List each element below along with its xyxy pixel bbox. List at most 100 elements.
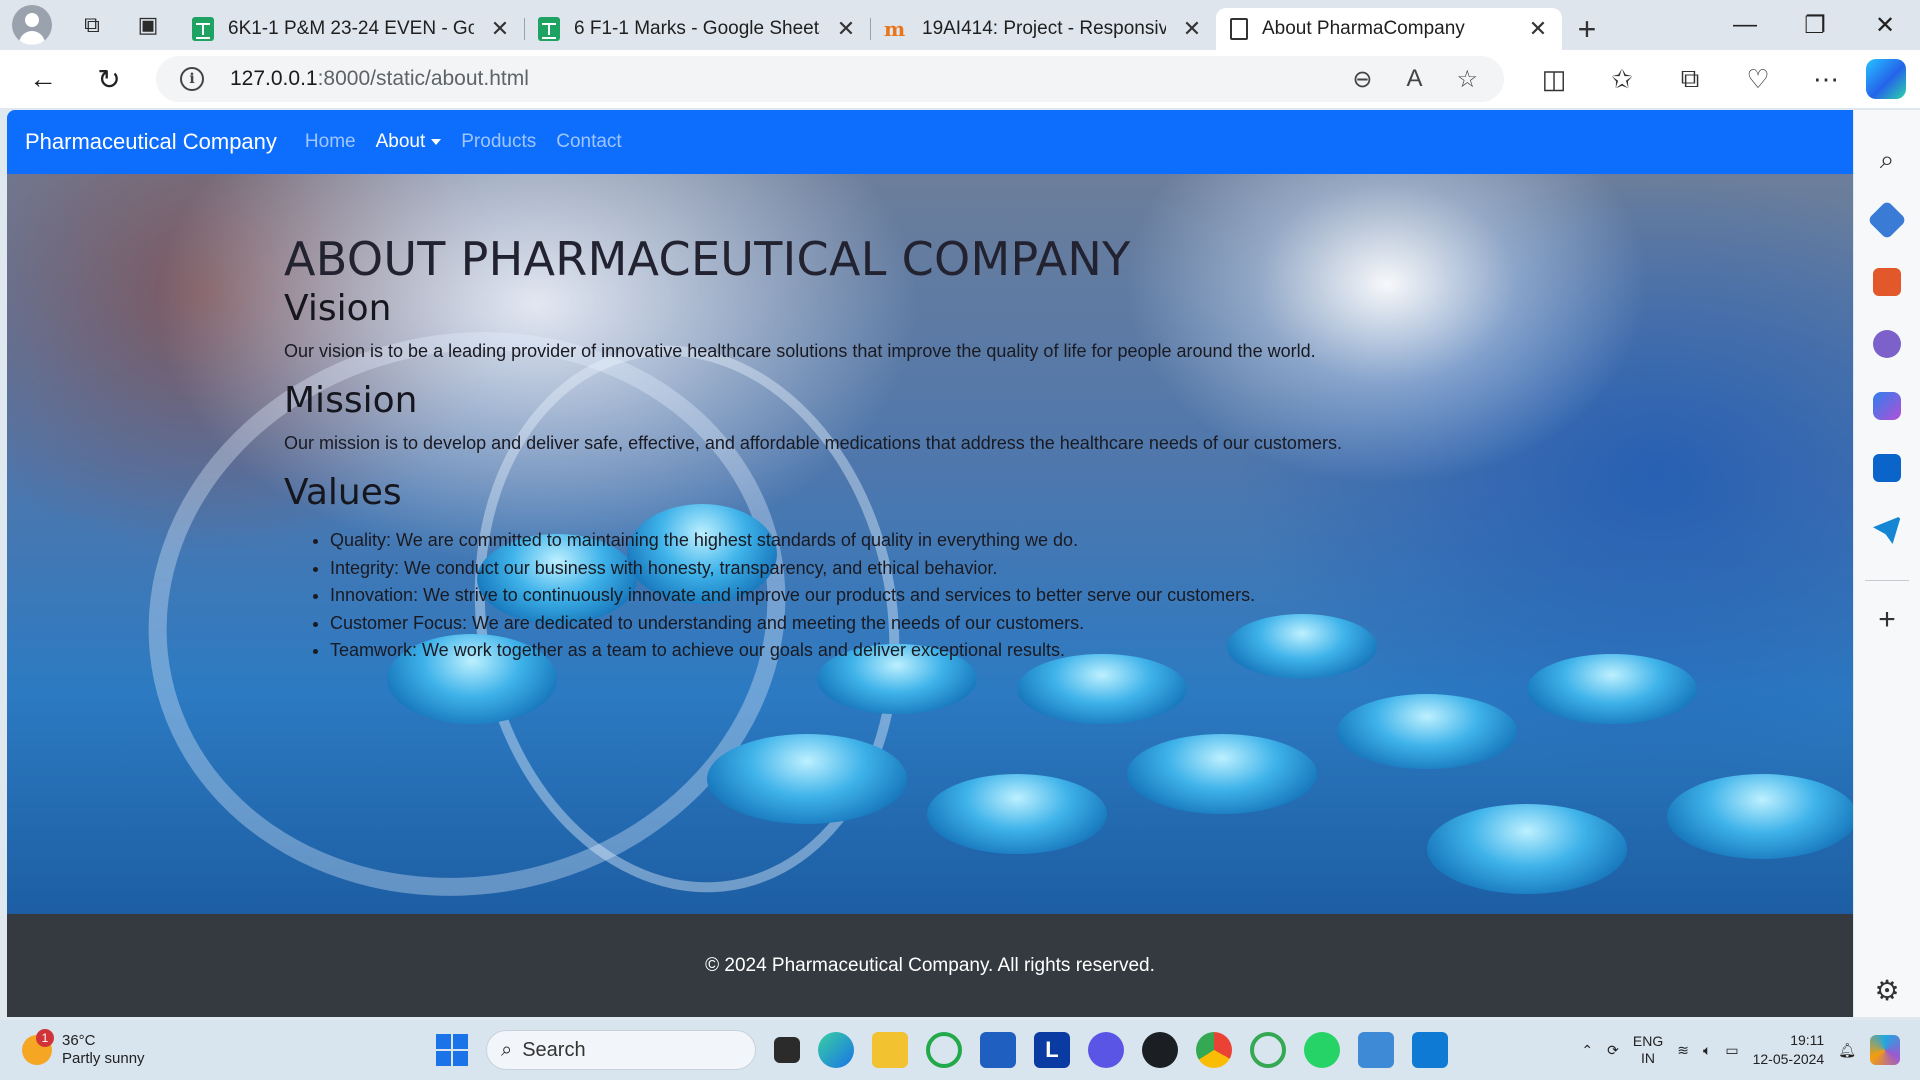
more-options-icon[interactable]: ⋯ [1792,64,1860,95]
send-drop-icon[interactable] [1873,516,1901,544]
refresh-button[interactable]: ↻ [86,56,132,102]
tab-marks-sheet[interactable]: 6 F1-1 Marks - Google Sheets ✕ [524,8,870,50]
tab-moodle-project[interactable]: m 19AI414: Project - Responsive ✕ [870,8,1216,50]
minimize-icon[interactable]: — [1710,0,1780,50]
address-bar[interactable]: i 127.0.0.1:8000/static/about.html ⊖ A ☆ [156,56,1504,102]
navbar-brand[interactable]: Pharmaceutical Company [25,129,277,155]
workspaces-icon[interactable]: ⧉ [76,9,108,41]
list-item: Teamwork: We work together as a team to … [330,637,1584,665]
sync-app-icon[interactable] [1250,1032,1286,1068]
favorites-icon[interactable]: ✩ [1588,64,1656,95]
nav-products-link[interactable]: Products [461,131,536,153]
task-view-icon[interactable] [774,1037,800,1063]
language-indicator[interactable]: ENG IN [1633,1033,1663,1067]
browser-title-bar: ⧉ ▣ 6K1-1 P&M 23-24 EVEN - Goo ✕ 6 F1-1 … [0,0,1920,50]
file-explorer-icon[interactable] [872,1032,908,1068]
clock-date: 12-05-2024 [1752,1051,1825,1067]
url-host: 127.0.0.1 [230,67,318,90]
site-info-icon[interactable]: i [180,67,204,91]
tab-p-and-m-sheet[interactable]: 6K1-1 P&M 23-24 EVEN - Goo ✕ [178,8,524,50]
pill-image [1017,654,1187,724]
sidebar-settings-gear-icon[interactable]: ⚙ [1874,974,1899,1007]
refresh-app-icon[interactable] [926,1032,962,1068]
volume-icon[interactable]: 🔈︎ [1703,1042,1711,1059]
browser-essentials-icon[interactable]: ♡ [1724,64,1792,95]
list-item: Integrity: We conduct our business with … [330,555,1584,583]
arc-app-icon[interactable] [1088,1032,1124,1068]
tab-title: About PharmaCompany [1262,18,1465,39]
profile-avatar-icon[interactable] [12,5,52,45]
clock[interactable]: 19:11 12-05-2024 [1753,1031,1825,1069]
hero-background-image: ABOUT PHARMACEUTICAL COMPANY Vision Our … [7,174,1853,914]
pill-image [1527,654,1697,724]
tab-actions-icon[interactable]: ▣ [132,9,164,41]
chrome-icon[interactable] [1196,1032,1232,1068]
list-item: Quality: We are committed to maintaining… [330,527,1584,555]
window-controls: — ❐ ✕ [1710,0,1920,50]
region-code: IN [1641,1050,1656,1066]
tab-about-pharmacompany[interactable]: About PharmaCompany ✕ [1216,8,1562,50]
start-windows-icon[interactable] [436,1034,468,1066]
close-tab-icon[interactable]: ✕ [834,16,858,42]
shopping-tag-icon[interactable] [1867,200,1907,240]
show-hidden-icons-chevron-icon[interactable]: ⌃ [1581,1042,1593,1059]
list-item: Innovation: We strive to continuously in… [330,582,1584,610]
tab-title: 6 F1-1 Marks - Google Sheets [574,18,820,39]
dropdown-caret-icon [431,138,442,145]
back-button[interactable]: ← [20,56,66,102]
read-aloud-icon[interactable]: A [1406,65,1422,94]
taskbar-search-box[interactable]: ⌕ Search [486,1030,756,1070]
mission-heading: Mission [284,380,418,421]
url-path: :8000/static/about.html [317,67,529,90]
page-icon [1230,18,1248,40]
edge-browser-icon[interactable] [818,1032,854,1068]
close-tab-icon[interactable]: ✕ [1526,16,1550,42]
favorite-star-icon[interactable]: ☆ [1456,65,1478,94]
close-window-icon[interactable]: ✕ [1850,0,1920,50]
outlook-icon[interactable] [1873,454,1901,482]
copilot-preview-icon[interactable] [1870,1035,1900,1065]
microsoft-store-icon[interactable] [980,1032,1016,1068]
pill-image [1337,694,1517,769]
url-text[interactable]: 127.0.0.1:8000/static/about.html [230,67,529,91]
new-tab-button[interactable]: + [1562,8,1612,50]
l-app-icon[interactable]: L [1034,1032,1070,1068]
collections-icon[interactable]: ⧉ [1656,63,1724,95]
restore-icon[interactable]: ❐ [1780,0,1850,50]
split-screen-icon[interactable]: ◫ [1520,64,1588,95]
tab-title: 19AI414: Project - Responsive [922,18,1166,39]
close-tab-icon[interactable]: ✕ [488,16,512,42]
close-tab-icon[interactable]: ✕ [1180,16,1204,42]
notification-bell-icon[interactable]: 🔔︎ [1838,1042,1856,1059]
sync-status-icon[interactable]: ⟳ [1607,1042,1619,1059]
language-code: ENG [1632,1033,1664,1049]
pill-image [1667,774,1853,859]
notepad-icon[interactable] [1358,1032,1394,1068]
footer-copyright: © 2024 Pharmaceutical Company. All right… [705,954,1155,976]
whatsapp-icon[interactable] [1304,1032,1340,1068]
weather-temperature: 36°C [62,1032,96,1049]
windows-taskbar: 1 36°C Partly sunny ⌕ Search L ⌃ ⟳ ENG I… [0,1020,1920,1080]
battery-icon[interactable]: ▭ [1725,1042,1738,1059]
tab-title: 6K1-1 P&M 23-24 EVEN - Goo [228,18,474,39]
add-sidebar-app-icon[interactable]: + [1878,603,1896,637]
github-icon[interactable] [1142,1032,1178,1068]
weather-sun-icon: 1 [22,1029,54,1065]
weather-widget[interactable]: 1 36°C Partly sunny [22,1029,145,1068]
tools-briefcase-icon[interactable] [1873,268,1901,296]
sidebar-divider [1865,580,1909,581]
vision-heading: Vision [284,288,392,329]
clock-time: 19:11 [1790,1032,1825,1048]
nav-contact-link[interactable]: Contact [556,131,621,153]
wifi-icon[interactable]: ≋ [1677,1042,1689,1059]
games-icon[interactable] [1873,330,1901,358]
vscode-icon[interactable] [1412,1032,1448,1068]
copilot-icon[interactable] [1866,59,1906,99]
search-icon[interactable]: ⌕ [1873,144,1901,174]
nav-about-dropdown[interactable]: About [376,131,442,153]
pill-image [1127,734,1317,814]
nav-home-link[interactable]: Home [305,131,356,153]
zoom-out-icon[interactable]: ⊖ [1352,65,1372,94]
microsoft365-icon[interactable] [1873,392,1901,420]
moodle-icon: m [884,17,906,41]
